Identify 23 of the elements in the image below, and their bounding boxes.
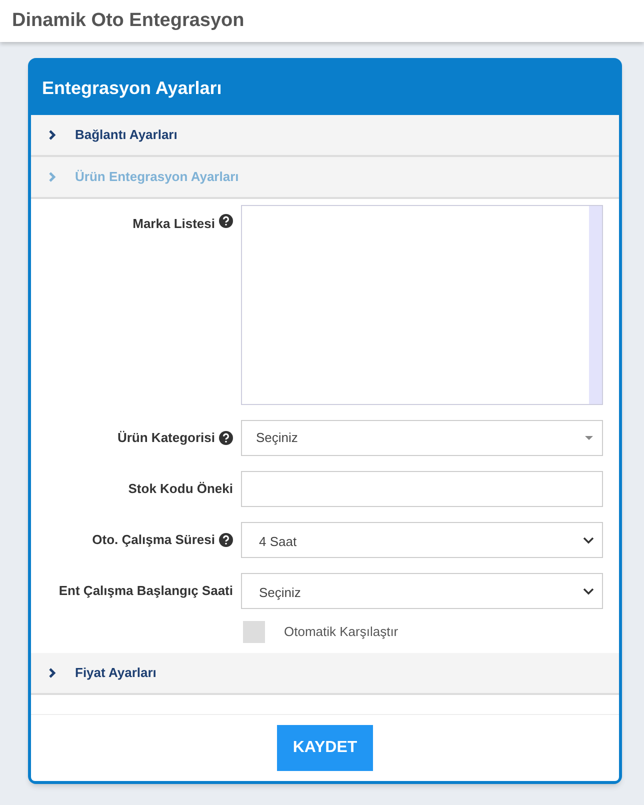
field-label: Stok Kodu Öneki	[128, 480, 233, 498]
card-title: Entegrasyon Ayarları	[42, 76, 222, 100]
checkbox[interactable]	[243, 621, 265, 643]
brand-list-field[interactable]	[241, 205, 603, 405]
caret-icon	[46, 667, 58, 679]
caret-icon	[46, 129, 58, 141]
page-title: Dinamik Oto Entegrasyon	[12, 8, 244, 33]
field-label: Ent Çalışma Başlangıç Saati	[58, 582, 233, 600]
caret-icon	[46, 171, 58, 183]
caret-icon	[584, 435, 594, 441]
checkbox-label: Otomatik Karşılaştır	[284, 623, 398, 642]
dropdown[interactable]: Seçiniz	[241, 573, 603, 609]
text-field[interactable]	[241, 471, 603, 507]
chevron-down-icon	[583, 588, 594, 594]
field-label: Ürün Kategorisi	[117, 429, 215, 448]
dropdown[interactable]: Seçiniz	[241, 420, 603, 456]
field-label: Oto. Çalışma Süresi	[92, 531, 215, 550]
scrollbar[interactable]	[589, 206, 602, 404]
accordion-header[interactable]: Bağlantı Ayarları	[31, 115, 619, 157]
dropdown[interactable]: 4 Saat	[241, 522, 603, 558]
chevron-down-icon	[583, 536, 594, 544]
field-label: Marka Listesi	[132, 215, 215, 233]
accordion-header[interactable]: Fiyat Ayarları	[31, 653, 619, 695]
